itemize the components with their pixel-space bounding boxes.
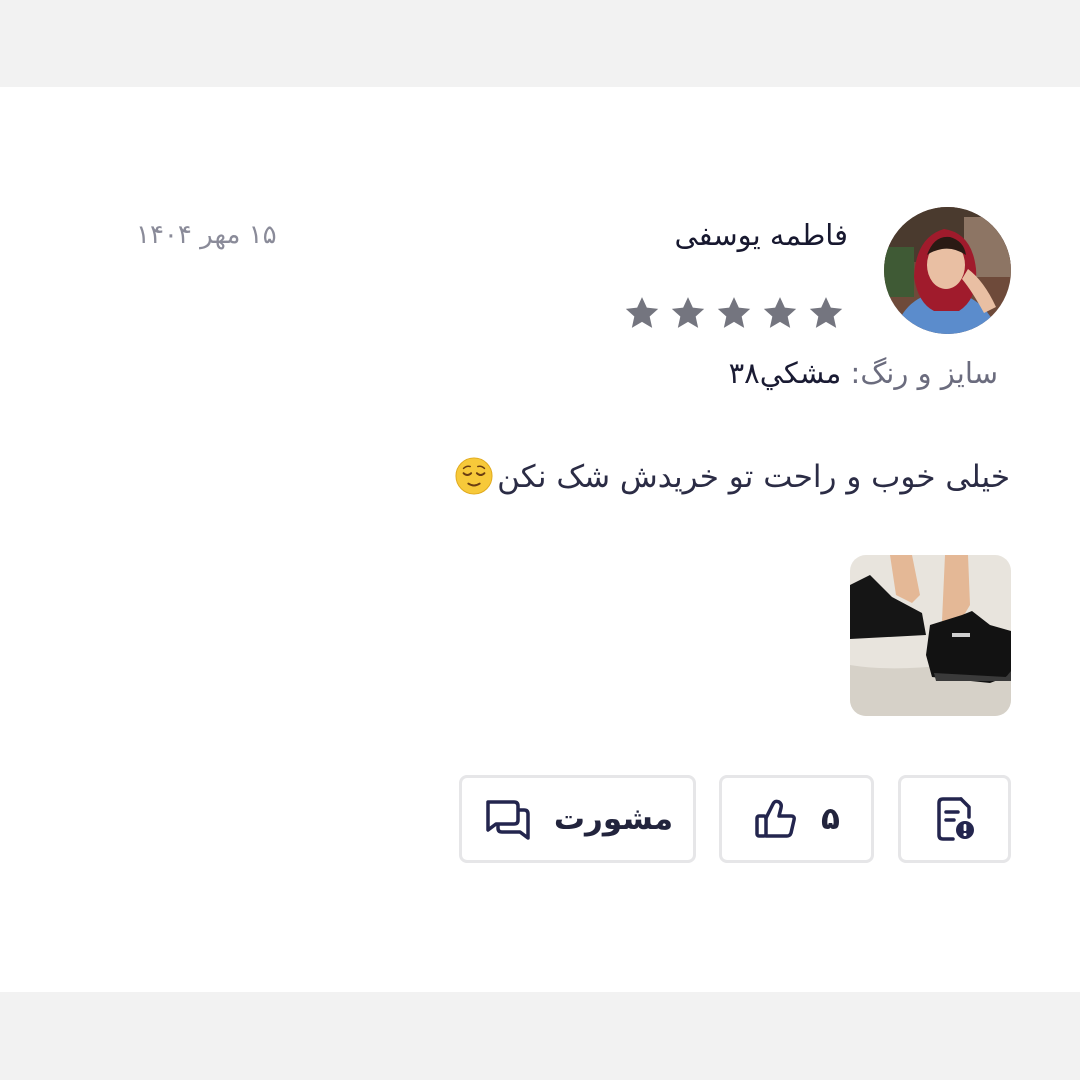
variant-info: سایز و رنگ: مشکي۳۸: [729, 356, 998, 390]
discuss-button[interactable]: مشورت: [459, 775, 696, 863]
review-photo-image: [850, 555, 1011, 716]
variant-label: سایز و رنگ:: [850, 356, 998, 390]
chat-bubbles-icon: [482, 796, 532, 842]
avatar-image: [884, 207, 1011, 334]
like-button[interactable]: ۵: [719, 775, 874, 863]
discuss-label: مشورت: [553, 801, 674, 837]
star-rating: [622, 293, 846, 333]
report-document-icon: [933, 795, 977, 843]
thumbs-up-icon: [753, 796, 799, 842]
variant-value: مشکي۳۸: [728, 356, 842, 390]
avatar[interactable]: [884, 207, 1011, 334]
star-icon: [671, 297, 705, 328]
review-comment: خیلی خوب و راحت تو خریدش شک نکن: [455, 457, 1010, 495]
report-button[interactable]: [898, 775, 1011, 863]
review-photo[interactable]: [850, 555, 1011, 716]
star-icon: [625, 297, 659, 328]
relieved-face-emoji: [455, 457, 493, 495]
review-date: ۱۵ مهر ۱۴۰۴: [136, 220, 277, 250]
like-count: ۵: [821, 801, 840, 837]
star-icon: [809, 297, 843, 328]
comment-text: خیلی خوب و راحت تو خریدش شک نکن: [497, 459, 1010, 495]
star-icon: [763, 297, 797, 328]
user-name: فاطمه یوسفی: [674, 218, 848, 252]
star-icon: [717, 297, 751, 328]
